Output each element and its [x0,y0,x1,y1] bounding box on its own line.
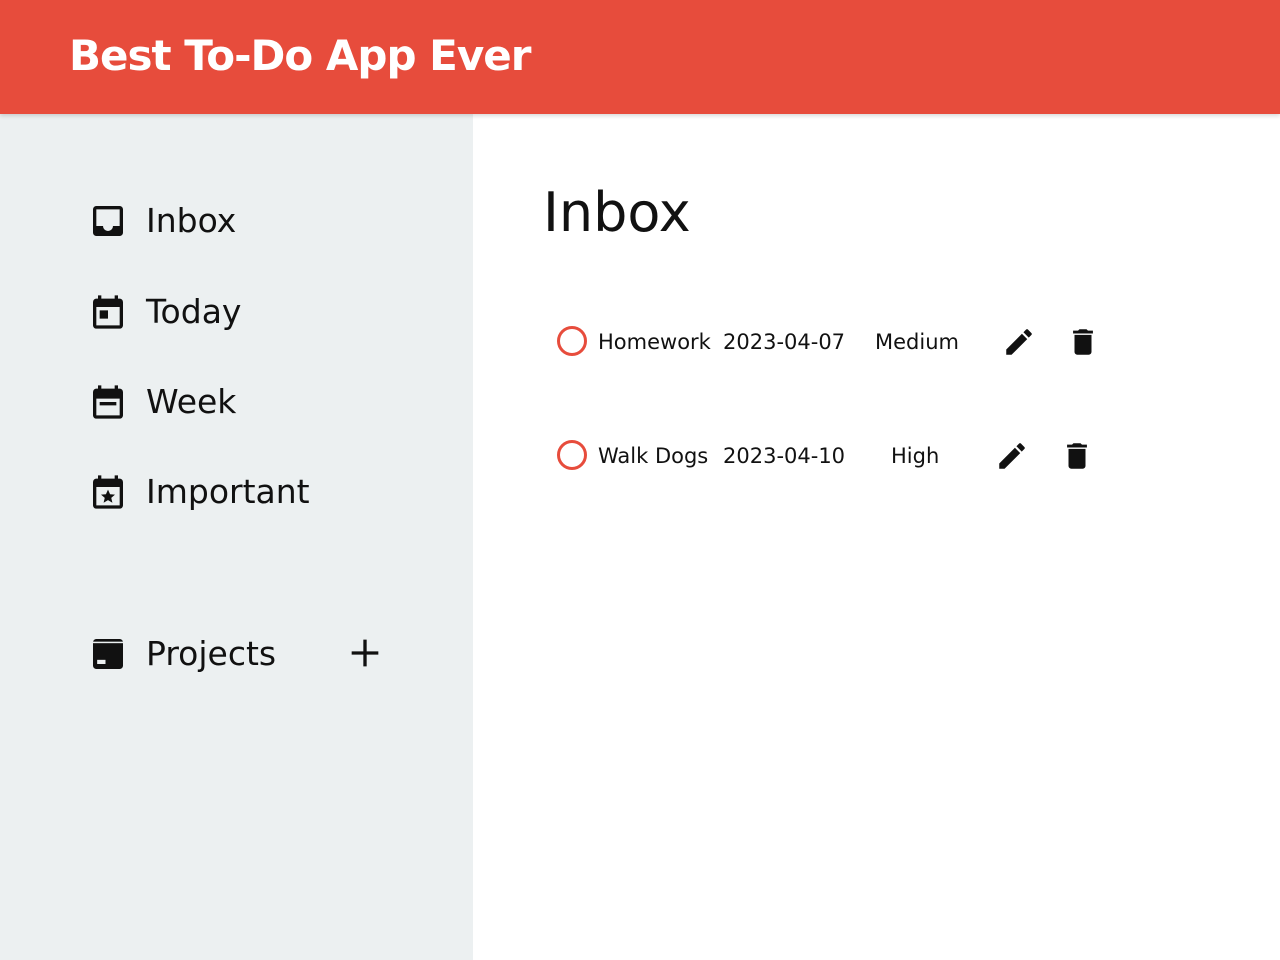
sidebar-item-label: Important [146,472,310,511]
sidebar-item-projects[interactable]: Projects [88,634,276,674]
sidebar-item-label: Today [146,292,242,331]
calendar-star-icon [93,475,123,509]
task-name: Walk Dogs [598,444,709,468]
inbox-icon [93,206,123,236]
page-title: Inbox [543,181,691,244]
main-content: Inbox Homework 2023-04-07 Medium Walk Do… [473,114,1280,960]
sidebar-item-inbox[interactable]: Inbox [88,201,236,241]
sidebar-item-label: Inbox [146,201,237,240]
app-title: Best To-Do App Ever [69,31,531,80]
task-complete-checkbox[interactable] [557,326,587,356]
task-row: Homework 2023-04-07 Medium [555,323,1115,363]
sidebar: Inbox Today Week Important Projects [0,114,473,960]
sidebar-item-label: Projects [146,634,277,673]
calendar-today-icon [93,295,123,329]
sidebar-item-week[interactable]: Week [88,382,236,422]
sidebar-item-label: Week [146,382,237,421]
app-root: Best To-Do App Ever Inbox Today Week Imp… [0,0,1280,960]
pencil-icon [999,443,1025,469]
sidebar-item-today[interactable]: Today [88,292,241,332]
task-name: Homework [598,330,711,354]
projects-icon [93,639,123,669]
calendar-week-icon [93,385,123,419]
task-date: 2023-04-10 [723,444,846,468]
pencil-icon [1006,329,1032,355]
trash-icon [1067,443,1087,469]
delete-task-button[interactable] [1060,439,1094,473]
task-priority: Medium [875,330,959,354]
plus-icon [351,639,379,667]
add-project-button[interactable] [345,633,385,673]
delete-task-button[interactable] [1066,325,1100,359]
task-complete-checkbox[interactable] [557,440,587,470]
task-priority: High [891,444,940,468]
task-date: 2023-04-07 [723,330,846,354]
trash-icon [1073,329,1093,355]
edit-task-button[interactable] [995,439,1029,473]
sidebar-item-important[interactable]: Important [88,472,310,512]
app-header: Best To-Do App Ever [0,0,1280,114]
task-row: Walk Dogs 2023-04-10 High [555,437,1115,477]
edit-task-button[interactable] [1002,325,1036,359]
